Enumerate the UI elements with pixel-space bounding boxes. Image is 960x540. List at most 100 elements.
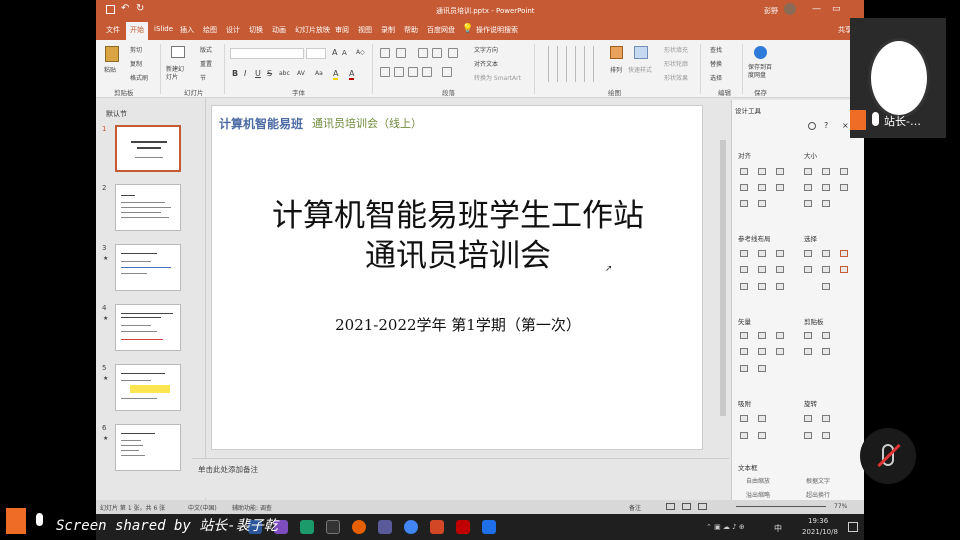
tray-icons[interactable]: ⌃ ▣ ☁ ♪ ⊕: [706, 523, 745, 531]
tencent-meeting-icon[interactable]: [482, 520, 496, 534]
slide-scrollbar[interactable]: [718, 100, 728, 456]
outdent-icon[interactable]: [418, 48, 428, 58]
tell-me-search[interactable]: 操作说明搜索: [476, 25, 518, 35]
user-avatar[interactable]: [784, 3, 796, 15]
textbox-overflow-wrap[interactable]: 超出换行: [806, 490, 830, 499]
baidu-cloud-icon[interactable]: [754, 46, 767, 59]
tab-record[interactable]: 录制: [381, 25, 395, 35]
terminal-icon[interactable]: [326, 520, 340, 534]
section-header[interactable]: 默认节: [106, 109, 127, 119]
paste-icon[interactable]: [105, 46, 119, 62]
powerpoint-icon[interactable]: [430, 520, 444, 534]
tab-animations[interactable]: 动画: [272, 25, 286, 35]
text-direction-button[interactable]: 文字方向: [474, 45, 498, 54]
tab-draw[interactable]: 绘图: [203, 25, 217, 35]
textbox-overflow-shrink[interactable]: 溢出缩略: [746, 490, 770, 499]
new-slide-button[interactable]: 新建幻灯片: [166, 66, 188, 82]
notification-icon[interactable]: [848, 522, 858, 532]
slide-header-right[interactable]: 通讯员培训会（线上）: [312, 115, 422, 131]
arrange-icon[interactable]: [610, 46, 623, 59]
quick-styles-icon[interactable]: [634, 46, 648, 59]
tab-review[interactable]: 审阅: [335, 25, 349, 35]
input-language[interactable]: 中: [774, 523, 782, 534]
align-left-icon[interactable]: [380, 67, 390, 77]
close-icon[interactable]: ×: [842, 121, 849, 130]
highlight-button[interactable]: A: [333, 69, 339, 80]
shape-effects-button[interactable]: 形状效果: [664, 73, 688, 82]
tab-transitions[interactable]: 切换: [249, 25, 263, 35]
slide-thumbnail-2[interactable]: [115, 184, 181, 231]
tab-design[interactable]: 设计: [226, 25, 240, 35]
shadow-button[interactable]: abc: [279, 70, 290, 77]
columns-icon[interactable]: [442, 67, 452, 77]
underline-button[interactable]: U: [255, 69, 261, 78]
user-name[interactable]: 彭野: [764, 6, 778, 16]
cut-button[interactable]: 剪切: [130, 45, 142, 54]
strike-button[interactable]: S: [267, 69, 272, 78]
chrome-icon[interactable]: [404, 520, 418, 534]
font-color-button[interactable]: A: [349, 69, 355, 80]
replace-button[interactable]: 替换: [710, 59, 722, 68]
pycharm-icon[interactable]: [300, 520, 314, 534]
quick-styles-button[interactable]: 快速样式: [628, 65, 652, 74]
slide-thumbnail-5[interactable]: [115, 364, 181, 411]
slide-thumbnail-6[interactable]: [115, 424, 181, 471]
undo-icon[interactable]: ↶: [121, 3, 129, 14]
tab-insert[interactable]: 插入: [180, 25, 194, 35]
tab-help[interactable]: 帮助: [404, 25, 418, 35]
help-icon[interactable]: ?: [824, 121, 828, 130]
accessibility-indicator[interactable]: 辅助功能: 调查: [232, 503, 272, 512]
bullets-icon[interactable]: [380, 48, 390, 58]
smartart-button[interactable]: 转换为 SmartArt: [474, 73, 521, 82]
shape-fill-button[interactable]: 形状填充: [664, 45, 688, 54]
justify-icon[interactable]: [422, 67, 432, 77]
numbering-icon[interactable]: [396, 48, 406, 58]
redo-icon[interactable]: ↻: [136, 3, 144, 14]
font-size-box[interactable]: [306, 48, 326, 59]
notes-placeholder[interactable]: 单击此处添加备注: [198, 464, 258, 475]
slide-header-left[interactable]: 计算机智能易班: [219, 115, 303, 132]
restore-icon[interactable]: ▭: [832, 4, 841, 14]
align-right-icon[interactable]: [408, 67, 418, 77]
meeting-icon[interactable]: [378, 520, 392, 534]
minimize-icon[interactable]: —: [812, 4, 821, 14]
clock-date[interactable]: 2021/10/8: [802, 528, 838, 536]
slide-subtitle[interactable]: 2021-2022学年 第1学期（第一次）: [212, 314, 704, 335]
indent-icon[interactable]: [432, 48, 442, 58]
slide-thumbnail-1[interactable]: [115, 125, 181, 172]
spacing-button[interactable]: AV: [297, 70, 305, 77]
format-painter-button[interactable]: 格式刷: [130, 73, 148, 82]
find-button[interactable]: 查找: [710, 45, 722, 54]
shape-outline-button[interactable]: 形状轮廓: [664, 59, 688, 68]
language-indicator[interactable]: 中文(中国): [188, 503, 217, 512]
tab-home[interactable]: 开始: [126, 22, 148, 40]
zoom-level[interactable]: 77%: [834, 503, 847, 510]
arrange-button[interactable]: 排列: [610, 65, 622, 74]
save-icon[interactable]: [106, 5, 115, 14]
clear-format-icon[interactable]: A◇: [356, 49, 365, 56]
grow-font-icon[interactable]: A: [332, 48, 337, 57]
settings-icon[interactable]: [808, 122, 816, 130]
zoom-slider[interactable]: [736, 506, 826, 507]
participant-video[interactable]: 站长-…: [850, 18, 946, 138]
mute-microphone-button[interactable]: [860, 428, 916, 484]
slide-canvas[interactable]: 计算机智能易班 通讯员培训会（线上） 计算机智能易班学生工作站 通讯员培训会 2…: [211, 105, 703, 450]
section-button[interactable]: 节: [200, 73, 206, 82]
select-button[interactable]: 选择: [710, 73, 722, 82]
wps-icon[interactable]: [456, 520, 470, 534]
notes-pane[interactable]: 单击此处添加备注: [192, 458, 729, 498]
shrink-font-icon[interactable]: A: [342, 49, 347, 57]
layout-button[interactable]: 版式: [200, 45, 212, 54]
slide-thumbnail-3[interactable]: [115, 244, 181, 291]
italic-button[interactable]: I: [244, 69, 246, 78]
bold-button[interactable]: B: [232, 69, 238, 78]
reset-button[interactable]: 重置: [200, 59, 212, 68]
save-to-baidu-button[interactable]: 保存到百度网盘: [748, 64, 776, 80]
tab-islide[interactable]: iSlide: [154, 25, 173, 33]
align-text-button[interactable]: 对齐文本: [474, 59, 498, 68]
notes-toggle[interactable]: 备注: [629, 503, 641, 512]
slide-thumbnail-4[interactable]: [115, 304, 181, 351]
sorter-view-icon[interactable]: [682, 503, 691, 510]
align-center-icon[interactable]: [394, 67, 404, 77]
normal-view-icon[interactable]: [666, 503, 675, 510]
